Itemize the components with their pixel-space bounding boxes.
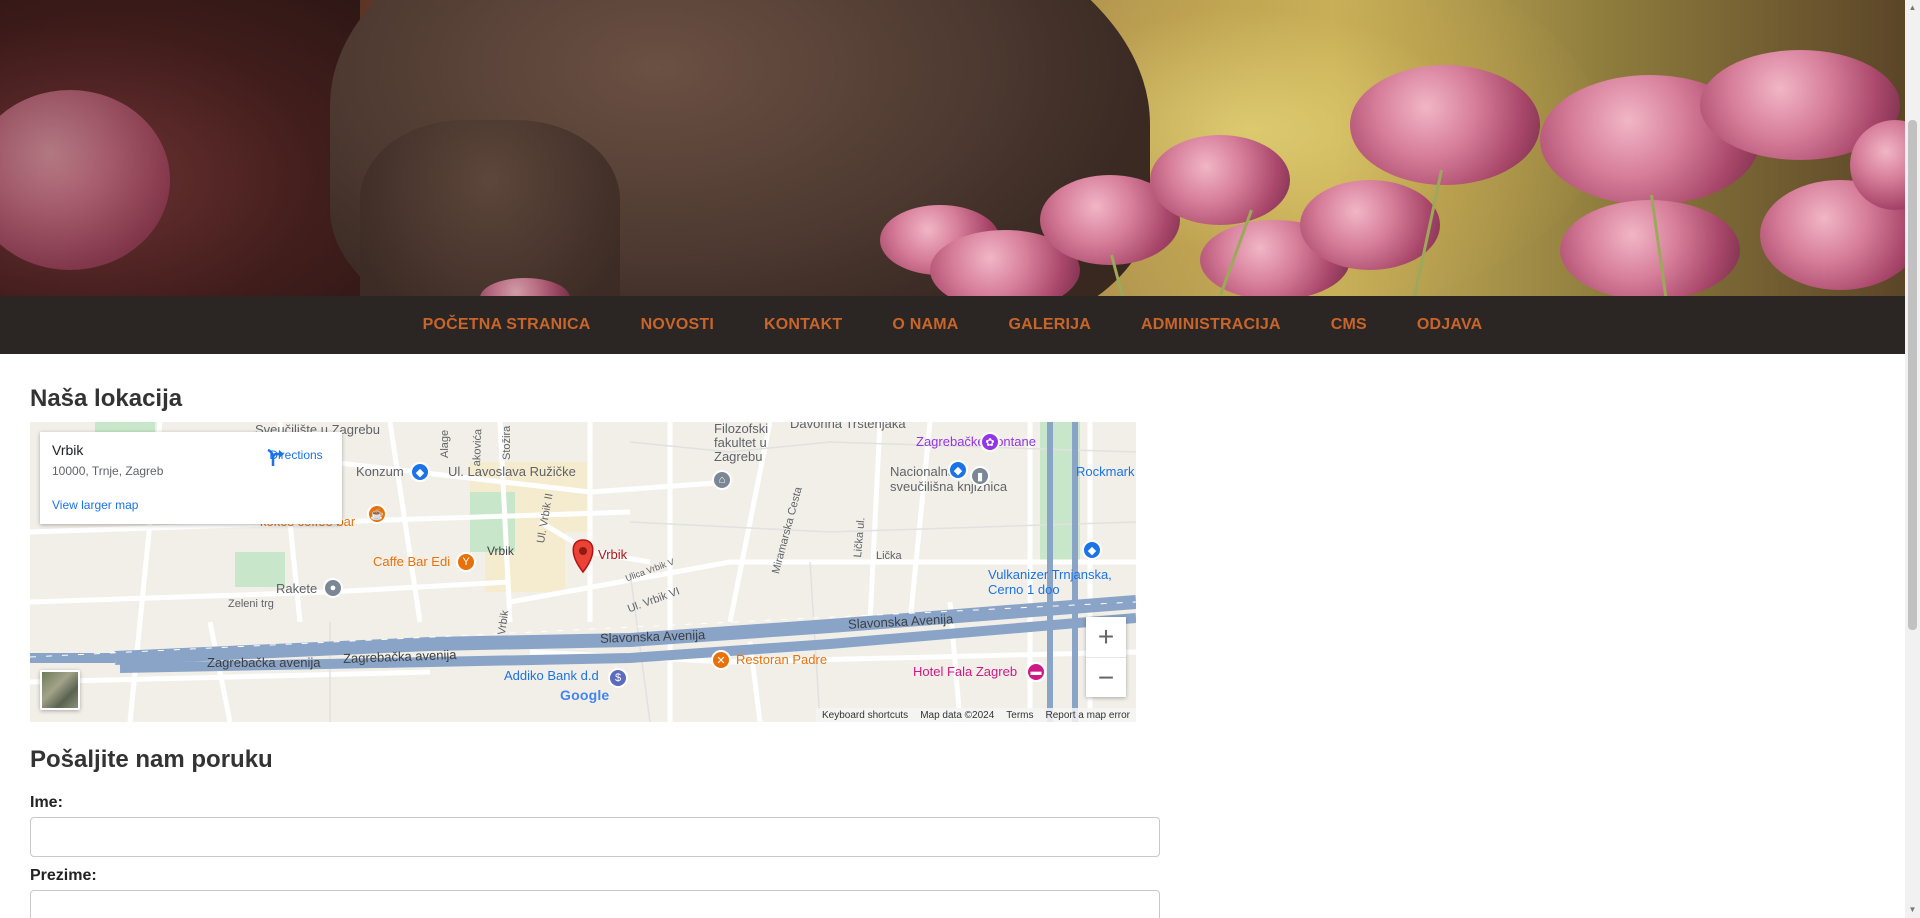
map-label: Rockmark	[1076, 464, 1135, 479]
map-label: Zagrebačke Fontane	[916, 434, 1036, 449]
map-label: Stožira	[501, 425, 513, 460]
nav-item-administracija[interactable]: ADMINISTRACIJA	[1116, 316, 1306, 334]
shopping-icon[interactable]: ◆	[1082, 540, 1102, 560]
nav-item-pocetna[interactable]: POČETNA STRANICA	[398, 316, 616, 334]
hero-flower	[1350, 65, 1540, 185]
directions-icon	[267, 448, 284, 466]
last-name-input[interactable]	[30, 890, 1160, 918]
library-icon[interactable]: ▮	[970, 466, 990, 486]
map-label: Konzum	[356, 464, 404, 479]
nav-item-cms[interactable]: CMS	[1306, 316, 1392, 334]
map-place-address: 10000, Trnje, Zagreb	[52, 464, 164, 478]
hero-banner-image	[0, 0, 1905, 296]
hotel-icon[interactable]: ▬	[1026, 662, 1046, 682]
contact-form-heading: Pošaljite nam poruku	[30, 746, 273, 773]
map-label: Vrbik	[487, 544, 514, 558]
nav-item-galerija[interactable]: GALERIJA	[984, 316, 1117, 334]
hero-dog-leg	[360, 120, 620, 296]
place-icon[interactable]: ●	[323, 578, 343, 598]
school-icon[interactable]: ⌂	[712, 470, 732, 490]
google-logo-text: Google	[560, 687, 610, 703]
zoom-out-button[interactable]: −	[1086, 657, 1126, 697]
map-label: akovića	[471, 428, 485, 467]
nav-item-odjava[interactable]: ODJAVA	[1392, 316, 1508, 334]
keyboard-shortcuts-link[interactable]: Keyboard shortcuts	[822, 710, 908, 721]
map-footer: Keyboard shortcuts Map data ©2024 Terms …	[816, 708, 1136, 722]
map-label: Hotel Fala Zagreb	[913, 664, 1018, 679]
map-label: Rakete	[276, 581, 318, 596]
nav-item-o-nama[interactable]: O NAMA	[867, 316, 983, 334]
map-zoom-controls: + −	[1086, 617, 1126, 697]
map-label: Addiko Bank d.d	[504, 668, 599, 683]
satellite-layer-button[interactable]	[40, 670, 80, 710]
google-logo: Google	[560, 687, 609, 703]
report-map-error-link[interactable]: Report a map error	[1046, 710, 1130, 721]
nav-item-kontakt[interactable]: KONTAKT	[739, 316, 867, 334]
view-larger-map-link[interactable]: View larger map	[52, 498, 138, 512]
bank-icon[interactable]: $	[608, 668, 628, 688]
nav-item-novosti[interactable]: NOVOSTI	[616, 316, 739, 334]
hero-flower	[1560, 200, 1740, 296]
hero-flower	[1150, 135, 1290, 225]
attraction-icon[interactable]: ✿	[980, 432, 1000, 452]
map-label: Vulkanizer Trnjanska, Cerno 1 doo	[988, 567, 1112, 597]
shopping-icon[interactable]: ◆	[948, 460, 968, 480]
map-label: Lička	[876, 550, 902, 562]
page-scrollbar[interactable]: ▲ ▼	[1905, 0, 1920, 918]
bar-icon[interactable]: Y	[456, 552, 476, 572]
google-map[interactable]: Sveučilište u Zagrebu kultet Konzum Ul. …	[30, 422, 1136, 722]
scroll-down-arrow-icon[interactable]: ▼	[1908, 905, 1917, 914]
map-place-card: Vrbik 10000, Trnje, Zagreb View larger m…	[40, 432, 342, 524]
main-navigation: POČETNA STRANICA NOVOSTI KONTAKT O NAMA …	[0, 296, 1905, 354]
location-heading: Naša lokacija	[30, 385, 183, 412]
terms-link[interactable]: Terms	[1006, 710, 1033, 721]
hero-flower	[1300, 180, 1440, 270]
scroll-up-arrow-icon[interactable]: ▲	[1908, 3, 1917, 12]
map-data-attribution: Map data ©2024	[920, 709, 995, 721]
map-label: Restoran Padre	[736, 652, 828, 667]
map-label: Zagrebačka avenija	[207, 655, 321, 670]
map-label: Filozofski fakultet u Zagrebu	[714, 422, 769, 464]
first-name-label: Ime:	[30, 794, 63, 811]
page: POČETNA STRANICA NOVOSTI KONTAKT O NAMA …	[0, 0, 1905, 918]
directions-button[interactable]: Directions	[266, 446, 326, 466]
restaurant-icon[interactable]: ✕	[711, 650, 731, 670]
map-label: Davorina Trstenjaka	[790, 422, 906, 431]
cafe-icon[interactable]: ☕	[367, 504, 387, 524]
map-label: Alage	[439, 429, 451, 458]
zoom-in-button[interactable]: +	[1086, 617, 1126, 657]
map-label: Caffe Bar Edi	[373, 554, 451, 569]
first-name-input[interactable]	[30, 817, 1160, 857]
shopping-icon[interactable]: ◆	[410, 462, 430, 482]
map-label: Ul. Lavoslava Ružičke	[448, 464, 576, 479]
map-label: Zeleni trg	[228, 598, 274, 610]
scrollbar-thumb[interactable]	[1908, 120, 1917, 630]
last-name-label: Prezime:	[30, 867, 97, 884]
map-pin-label: Vrbik	[598, 547, 628, 562]
